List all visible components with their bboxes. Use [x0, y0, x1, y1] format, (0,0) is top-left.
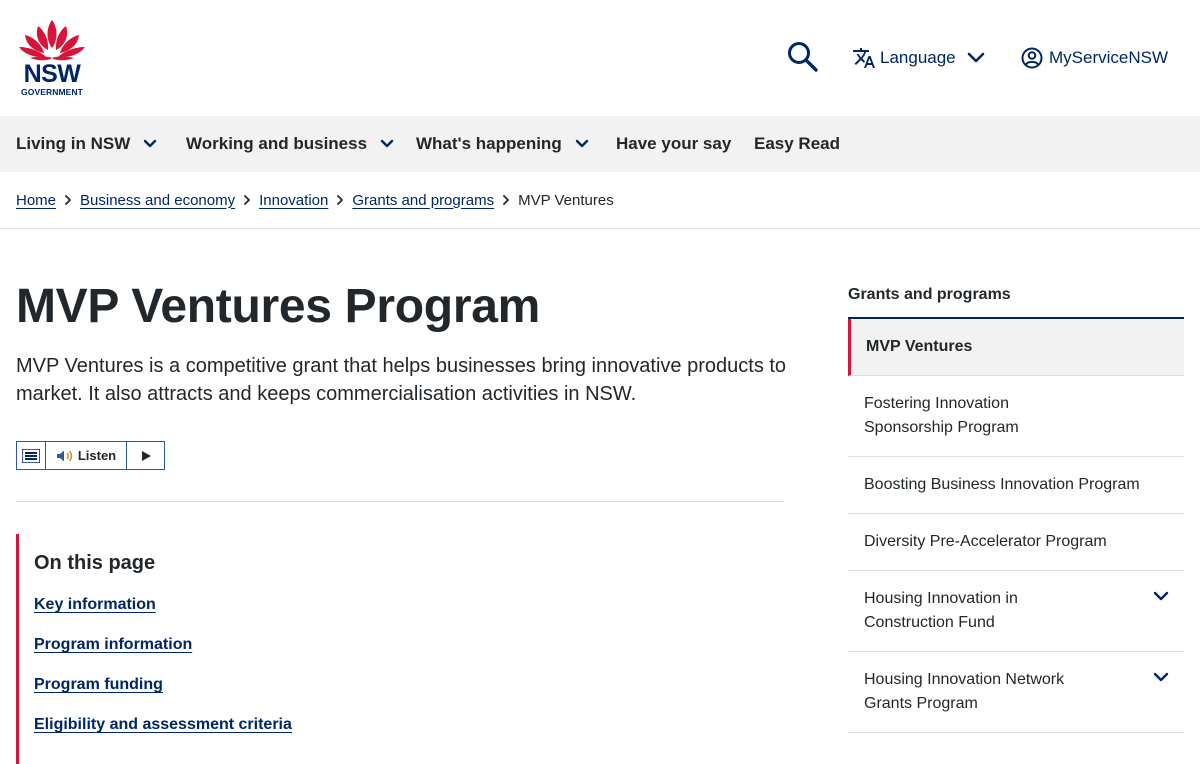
play-button[interactable] [127, 442, 164, 469]
translate-icon [853, 48, 875, 68]
sidebar-heading: Grants and programs [848, 286, 1011, 303]
nav-item-have-your-say[interactable]: Have your say [616, 116, 731, 172]
sidebar-nav: MVP Ventures Fostering Innovation Sponso… [848, 317, 1184, 733]
listen-player: Listen [16, 441, 165, 470]
nav-item-label: What's happening [416, 134, 562, 153]
search-button[interactable] [786, 40, 820, 74]
waratah-icon [19, 20, 85, 61]
breadcrumb: Home Business and economy Innovation Gra… [16, 188, 614, 212]
nav-item-label: Living in NSW [16, 134, 131, 153]
on-this-page-heading: On this page [34, 552, 156, 574]
sidebar-item-diversity-pre-accelerator[interactable]: Diversity Pre-Accelerator Program [848, 514, 1184, 571]
logo-wordmark: NSW [23, 60, 81, 88]
menu-icon [22, 448, 40, 463]
nav-item-label: Working and business [186, 134, 368, 153]
sidebar-item-label: Boosting Business Innovation Program [864, 476, 1140, 493]
sidebar-item-label: Grants Program [864, 695, 978, 712]
chevron-right-icon [337, 195, 344, 205]
nav-item-working-and-business[interactable]: Working and business [186, 116, 395, 172]
chevron-down-icon[interactable] [1152, 668, 1170, 686]
language-selector[interactable]: Language [852, 44, 986, 72]
chevron-right-icon [244, 195, 251, 205]
breadcrumb-current: MVP Ventures [518, 191, 614, 209]
chevron-down-icon [380, 139, 394, 148]
page-intro: MVP Ventures is a competitive grant that… [16, 355, 787, 405]
sidebar-item-label: Housing Innovation in [864, 590, 1018, 607]
listen-label: Listen [77, 448, 117, 463]
myservicensw-label: MyServiceNSW [1049, 48, 1169, 67]
sidebar-item-housing-innovation-network[interactable]: Housing Innovation Network Grants Progra… [848, 652, 1184, 733]
logo-subtext: GOVERNMENT [21, 87, 83, 97]
language-label: Language [880, 48, 956, 67]
nav-item-label: Easy Read [754, 134, 840, 153]
listen-menu-button[interactable] [17, 442, 46, 469]
sidebar-item-boosting-business-innovation[interactable]: Boosting Business Innovation Program [848, 457, 1184, 514]
sidebar-item-label: MVP Ventures [866, 338, 973, 355]
speaker-icon [56, 449, 72, 462]
anchor-link-program-information[interactable]: Program information [34, 636, 192, 654]
anchor-link-key-information[interactable]: Key information [34, 596, 156, 614]
sidebar-item-label: Sponsorship Program [864, 419, 1019, 436]
nav-item-label: Have your say [616, 134, 732, 153]
sidebar-item-label: Housing Innovation Network [864, 671, 1065, 688]
anchor-link-eligibility-and-assessment[interactable]: Eligibility and assessment criteria [34, 716, 292, 734]
nav-item-easy-read[interactable]: Easy Read [754, 116, 840, 172]
breadcrumb-link-business-and-economy[interactable]: Business and economy [80, 192, 235, 209]
anchor-link-program-funding[interactable]: Program funding [34, 676, 163, 694]
chevron-right-icon [503, 195, 509, 205]
sidebar-item-housing-innovation-construction[interactable]: Housing Innovation in Construction Fund [848, 571, 1184, 652]
breadcrumb-link-grants-and-programs[interactable]: Grants and programs [352, 192, 494, 209]
search-icon [788, 42, 818, 72]
breadcrumb-link-home[interactable]: Home [16, 192, 56, 209]
chevron-down-icon [967, 52, 984, 63]
breadcrumb-divider [0, 228, 1200, 229]
sidebar-item-label: Construction Fund [864, 614, 995, 631]
nsw-government-logo[interactable]: NSW GOVERNMENT [16, 18, 88, 98]
on-this-page-panel: On this page Key information Program inf… [16, 534, 787, 764]
main-navigation: Living in NSW Working and business What'… [0, 116, 1200, 172]
user-circle-icon [1021, 47, 1043, 69]
site-header: NSW GOVERNMENT Language MyServiceNSW [0, 0, 1200, 116]
sidebar-item-fostering-innovation[interactable]: Fostering Innovation Sponsorship Program [848, 376, 1184, 457]
sidebar-item-label: Fostering Innovation [864, 395, 1009, 412]
nav-item-whats-happening[interactable]: What's happening [416, 116, 590, 172]
myservicensw-link[interactable]: MyServiceNSW [1021, 44, 1168, 72]
nav-item-living-in-nsw[interactable]: Living in NSW [16, 116, 158, 172]
page-title: MVP Ventures Program [16, 280, 540, 333]
chevron-down-icon [144, 139, 157, 148]
sidebar-item-label: Diversity Pre-Accelerator Program [864, 533, 1107, 550]
chevron-down-icon [575, 139, 588, 148]
chevron-down-icon[interactable] [1152, 587, 1170, 605]
content-divider [16, 501, 784, 502]
chevron-right-icon [65, 195, 71, 205]
listen-button[interactable]: Listen [46, 442, 127, 469]
play-icon [141, 450, 151, 461]
breadcrumb-link-innovation[interactable]: Innovation [259, 192, 328, 209]
sidebar-item-mvp-ventures[interactable]: MVP Ventures [848, 319, 1184, 376]
